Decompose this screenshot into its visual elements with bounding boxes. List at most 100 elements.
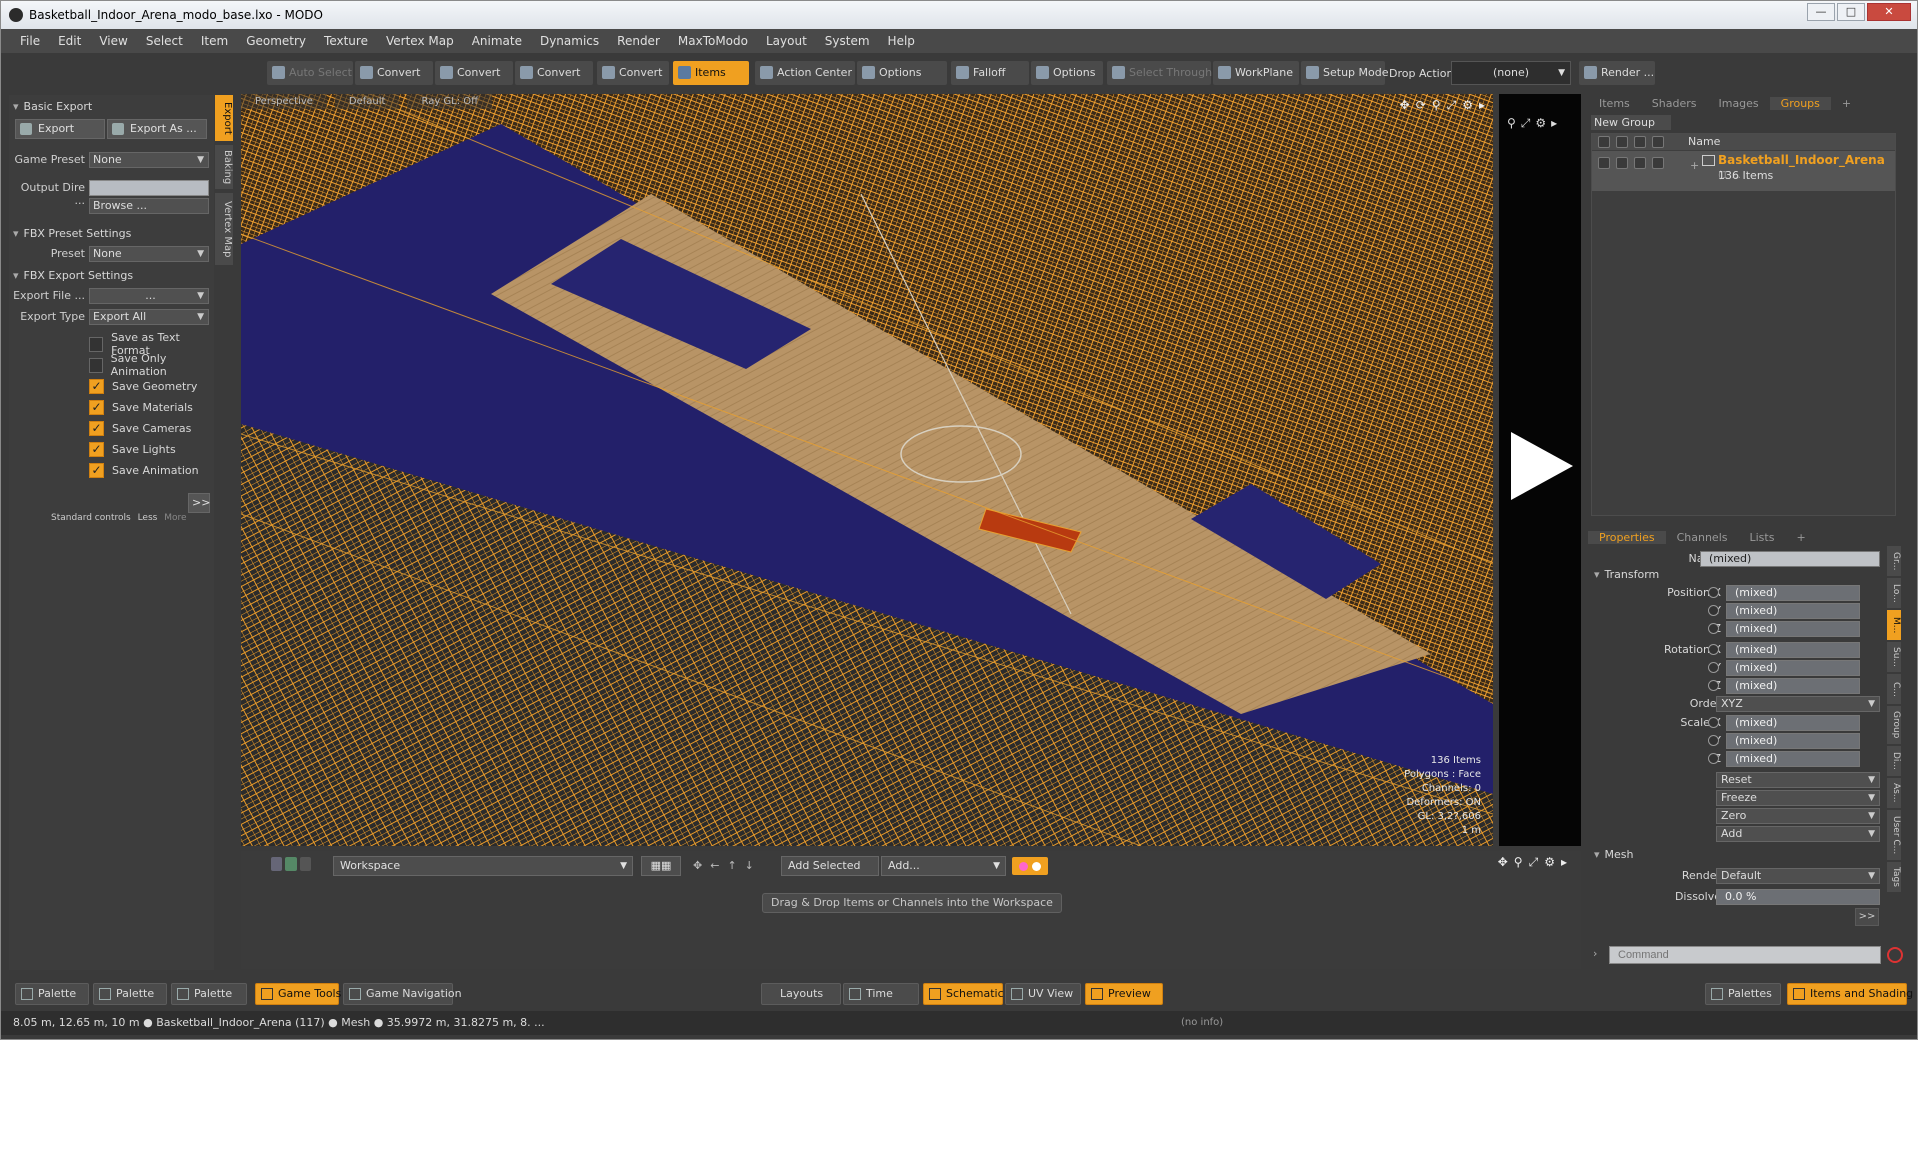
preview-pane[interactable]: ⚲ ⤢ ⚙ ▸ xyxy=(1499,94,1581,846)
play-arrow-icon[interactable]: ▸ xyxy=(1479,98,1485,113)
game-navigation-button[interactable]: Game Navigation xyxy=(343,983,462,1005)
eye-icon[interactable] xyxy=(1598,157,1610,169)
side-tab-0[interactable]: Gr... xyxy=(1887,546,1901,576)
keyframe-icon[interactable] xyxy=(1708,753,1719,764)
maximize-view-icon[interactable]: ⤢ xyxy=(1447,98,1457,113)
fbx-export-settings-header[interactable]: FBX Export Settings xyxy=(13,269,134,282)
layouts-button[interactable]: Layouts xyxy=(761,983,841,1005)
game-tools-button[interactable]: Game Tools xyxy=(255,983,341,1005)
mesh-header[interactable]: Mesh xyxy=(1594,848,1634,861)
fbx-preset-settings-header[interactable]: FBX Preset Settings xyxy=(13,227,132,240)
menu-texture[interactable]: Texture xyxy=(315,34,377,48)
menu-help[interactable]: Help xyxy=(879,34,924,48)
game-preset-dropdown[interactable]: None ▼ xyxy=(89,152,209,168)
link-icon[interactable] xyxy=(299,857,311,871)
rotation-z-field[interactable]: (mixed) xyxy=(1726,678,1860,694)
freeze-dropdown[interactable]: Freeze ▼ xyxy=(1716,790,1880,806)
side-tab-9[interactable]: Tags xyxy=(1887,862,1901,892)
rotation-x-field[interactable]: (mixed) xyxy=(1726,642,1860,658)
tab-groups[interactable]: Groups xyxy=(1769,96,1831,110)
rotate-view-icon[interactable]: ⟳ xyxy=(1416,98,1426,113)
play-arrow-icon[interactable]: ▸ xyxy=(1551,116,1557,131)
keyframe-icon[interactable] xyxy=(1708,735,1719,746)
save-geometry-checkbox[interactable]: ✓ Save Geometry xyxy=(89,379,197,394)
arrow-down-icon[interactable]: ↓ xyxy=(745,859,754,872)
menu-edit[interactable]: Edit xyxy=(49,34,90,48)
viewport-raygl-tab[interactable]: Ray GL: Off xyxy=(407,94,493,109)
render-button[interactable]: Render ... xyxy=(1579,61,1655,85)
convert-button-2[interactable]: Convert xyxy=(435,61,513,85)
render-visibility-icon[interactable] xyxy=(1616,157,1628,169)
side-tab-2[interactable]: M... xyxy=(1887,610,1901,640)
play-arrow-icon[interactable]: ▸ xyxy=(1561,855,1567,870)
scale-y-field[interactable]: (mixed) xyxy=(1726,733,1860,749)
color-swatch-toggle[interactable] xyxy=(1012,857,1048,875)
tab-export[interactable]: Export xyxy=(215,95,233,141)
menu-system[interactable]: System xyxy=(816,34,879,48)
drop-action-dropdown[interactable]: (none) ▼ xyxy=(1451,61,1571,85)
tab-properties[interactable]: Properties xyxy=(1588,530,1666,544)
arrow-up-icon[interactable]: ↑ xyxy=(727,859,736,872)
arrange-icon[interactable]: ✥ xyxy=(693,859,702,872)
side-tab-5[interactable]: Group xyxy=(1887,706,1901,744)
side-tab-1[interactable]: Lo... xyxy=(1887,578,1901,608)
refresh-icon[interactable] xyxy=(285,857,297,871)
move-view-icon[interactable]: ✥ xyxy=(1400,98,1410,113)
side-tab-7[interactable]: As... xyxy=(1887,778,1901,808)
menu-dynamics[interactable]: Dynamics xyxy=(531,34,608,48)
keyframe-icon[interactable] xyxy=(1708,587,1719,598)
time-button[interactable]: Time xyxy=(843,983,919,1005)
workspace-dropdown[interactable]: Workspace ▼ xyxy=(333,856,633,876)
save-materials-checkbox[interactable]: ✓ Save Materials xyxy=(89,400,193,415)
name-field[interactable]: (mixed) xyxy=(1700,551,1880,567)
preview-button[interactable]: Preview xyxy=(1085,983,1163,1005)
palettes-button[interactable]: Palettes xyxy=(1705,983,1781,1005)
position-x-field[interactable]: (mixed) xyxy=(1726,585,1860,601)
items-mode-button[interactable]: Items xyxy=(673,61,749,85)
gear-icon[interactable]: ⚙ xyxy=(1535,116,1546,131)
preset-dropdown[interactable]: None ▼ xyxy=(89,246,209,262)
maximize-button[interactable]: □ xyxy=(1837,3,1865,21)
side-tab-6[interactable]: Di... xyxy=(1887,746,1901,776)
keyframe-icon[interactable] xyxy=(1708,717,1719,728)
zero-dropdown[interactable]: Zero ▼ xyxy=(1716,808,1880,824)
group-row[interactable]: + Basketball_Indoor_Arena (1 ... 136 Ite… xyxy=(1592,151,1895,191)
position-y-field[interactable]: (mixed) xyxy=(1726,603,1860,619)
move-view-icon[interactable]: ✥ xyxy=(1498,855,1508,870)
menu-item[interactable]: Item xyxy=(192,34,237,48)
schematic-button[interactable]: Schematic xyxy=(923,983,1004,1005)
falloff-button[interactable]: Falloff xyxy=(951,61,1029,85)
palette-button-2[interactable]: Palette xyxy=(93,983,167,1005)
select-icon[interactable] xyxy=(1652,136,1664,148)
lock-icon[interactable] xyxy=(1634,136,1646,148)
maximize-icon[interactable]: ⤢ xyxy=(1521,116,1531,131)
save-only-animation-checkbox[interactable]: Save Only Animation xyxy=(89,352,214,378)
convert-button-4[interactable]: Convert xyxy=(597,61,669,85)
export-file-dropdown[interactable]: ... ▼ xyxy=(89,288,209,304)
play-icon[interactable] xyxy=(1511,432,1573,500)
save-animation-checkbox[interactable]: ✓ Save Animation xyxy=(89,463,199,478)
items-and-shading-button[interactable]: Items and Shading xyxy=(1787,983,1913,1005)
convert-button-3[interactable]: Convert xyxy=(515,61,593,85)
palette-button-1[interactable]: Palette xyxy=(15,983,89,1005)
tab-lists[interactable]: Lists xyxy=(1739,531,1786,544)
convert-button-1[interactable]: Convert xyxy=(355,61,433,85)
scale-x-field[interactable]: (mixed) xyxy=(1726,715,1860,731)
keyframe-icon[interactable] xyxy=(1708,680,1719,691)
minimize-button[interactable]: — xyxy=(1807,3,1835,21)
save-lights-checkbox[interactable]: ✓ Save Lights xyxy=(89,442,176,457)
auto-select-button[interactable]: Auto Select xyxy=(267,61,353,85)
add-tab-button[interactable]: + xyxy=(1831,97,1862,110)
menu-view[interactable]: View xyxy=(90,34,136,48)
less-link[interactable]: Less xyxy=(138,513,158,523)
keyframe-icon[interactable] xyxy=(1708,662,1719,673)
order-dropdown[interactable]: XYZ ▼ xyxy=(1716,696,1880,712)
more-link[interactable]: More xyxy=(164,513,186,523)
scale-z-field[interactable]: (mixed) xyxy=(1726,751,1860,767)
menu-select[interactable]: Select xyxy=(137,34,192,48)
tab-images[interactable]: Images xyxy=(1707,97,1769,110)
export-button[interactable]: Export xyxy=(15,119,105,139)
grid-layout-button[interactable]: ▦▦ xyxy=(641,856,681,876)
zoom-view-icon[interactable]: ⚲ xyxy=(1432,98,1441,113)
schematic-icon[interactable] xyxy=(271,857,283,871)
